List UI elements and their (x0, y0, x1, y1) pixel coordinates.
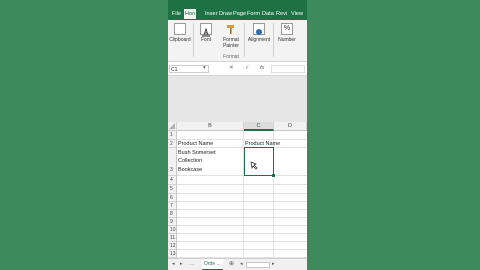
sheet-tab-orders[interactable]: Orde ... (202, 259, 223, 270)
gridline (177, 209, 307, 210)
alignment-label: Alignment (247, 37, 271, 43)
row-header[interactable]: 9 (168, 218, 177, 226)
tab-home[interactable]: Hon (184, 9, 197, 19)
next-sheet-icon[interactable]: ▸ (180, 261, 183, 267)
tab-view[interactable]: View (291, 11, 303, 17)
gridline (177, 241, 307, 242)
row-header[interactable]: 2 (168, 140, 177, 148)
title-bar (168, 0, 307, 8)
ribbon-divider (193, 23, 194, 57)
format-painter-label-2: Painter (223, 43, 239, 49)
tab-file[interactable]: File (172, 11, 181, 17)
cell-b2[interactable]: Product Name (178, 141, 213, 147)
ribbon-divider (244, 23, 245, 57)
selected-cell-c3[interactable] (244, 147, 274, 176)
scroll-right-icon[interactable]: ▸ (272, 261, 275, 267)
row-header[interactable]: 4 (168, 176, 177, 185)
gridline (177, 233, 307, 234)
insert-function-icon[interactable]: fx (260, 65, 264, 71)
clipboard-group[interactable]: Clipboard (168, 20, 192, 61)
row-header[interactable]: 1 (168, 131, 177, 140)
clipboard-label: Clipboard (169, 37, 191, 43)
gridline (177, 175, 307, 176)
ribbon-divider (273, 23, 274, 57)
row-header[interactable]: 12 (168, 242, 177, 250)
row-header[interactable]: 3 (168, 148, 177, 176)
horizontal-scrollbar[interactable] (246, 262, 270, 268)
tab-draw[interactable]: Draw (219, 11, 232, 17)
formula-bar: C1 ▾ ✕ ✓ fx (168, 63, 307, 76)
font-label: Font (200, 37, 211, 43)
gridline (177, 139, 307, 140)
sheets-menu-button[interactable]: ... (190, 261, 194, 267)
format-group-label: Format (223, 54, 239, 60)
gridline (177, 201, 307, 202)
cell-b3-line[interactable]: Bush Somerset (178, 150, 216, 156)
font-group[interactable]: Font (195, 20, 217, 61)
ribbon: Clipboard Font Format Painter Format Ali… (168, 20, 307, 62)
row-header[interactable]: 10 (168, 226, 177, 234)
prev-sheet-icon[interactable]: ◂ (172, 261, 175, 267)
ribbon-tabs: File Hon Inser Draw Page Form Data Revi … (168, 8, 307, 20)
font-icon (200, 23, 212, 37)
cell-b3-line[interactable]: Bookcase (178, 167, 202, 173)
row-header[interactable]: 11 (168, 234, 177, 242)
percent-icon: % (281, 23, 293, 35)
cell-b3-line[interactable]: Collection (178, 158, 202, 164)
name-box-dropdown-icon[interactable]: ▾ (203, 65, 206, 71)
row-header[interactable]: 5 (168, 185, 177, 194)
clipboard-icon (174, 23, 186, 35)
gridline (177, 184, 307, 185)
paste-cursor-icon (250, 157, 259, 175)
tab-insert[interactable]: Inser (205, 11, 217, 17)
alignment-group[interactable]: Alignment (246, 20, 272, 61)
cancel-icon[interactable]: ✕ (229, 65, 234, 71)
gridline (177, 147, 307, 148)
gridline (177, 225, 307, 226)
row-header[interactable]: 13 (168, 250, 177, 258)
tab-data[interactable]: Data (262, 11, 274, 17)
paintbrush-icon (225, 23, 237, 35)
number-group[interactable]: % Number (275, 20, 299, 61)
sheet-bar: ◂ ▸ ... Orde ... ⊕ ◂ ▸ (168, 258, 307, 270)
enter-icon[interactable]: ✓ (245, 65, 250, 71)
tab-page-layout[interactable]: Page (233, 11, 246, 17)
column-header-b[interactable]: B (177, 122, 244, 131)
gridline (177, 249, 307, 250)
tab-formulas[interactable]: Form (247, 11, 260, 17)
row-header[interactable]: 7 (168, 202, 177, 210)
empty-area (168, 76, 307, 122)
column-header-c[interactable]: C (244, 122, 274, 131)
formula-input[interactable] (271, 65, 305, 73)
gridline (177, 193, 307, 194)
format-painter-button[interactable]: Format Painter Format (219, 20, 243, 61)
select-all-corner[interactable] (168, 122, 177, 131)
column-header-d[interactable]: D (274, 122, 307, 131)
row-header[interactable]: 8 (168, 210, 177, 218)
alignment-icon (253, 23, 265, 35)
add-sheet-icon[interactable]: ⊕ (229, 260, 234, 267)
row-header[interactable]: 6 (168, 194, 177, 202)
number-label: Number (278, 37, 296, 43)
excel-window: File Hon Inser Draw Page Form Data Revi … (168, 0, 307, 270)
scroll-left-icon[interactable]: ◂ (240, 261, 243, 267)
fill-handle[interactable] (272, 174, 275, 177)
tab-review[interactable]: Revi (276, 11, 287, 17)
gridline (177, 217, 307, 218)
